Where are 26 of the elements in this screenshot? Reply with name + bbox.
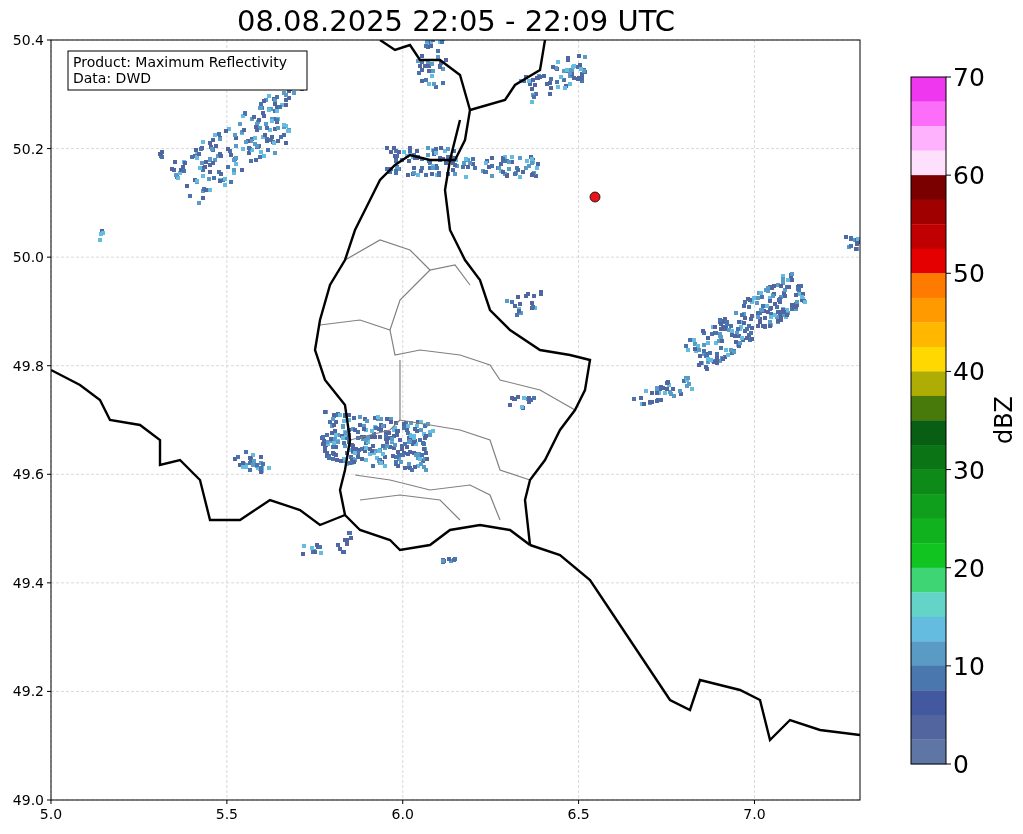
colorbar-tick-label: 0: [953, 750, 969, 779]
colorbar-tick-label: 20: [953, 553, 985, 583]
colorbar-tick-label: 10: [953, 651, 985, 681]
legend-text: Data: DWD: [73, 70, 151, 86]
axis-tick-label: 49.4: [12, 574, 44, 591]
chart-title: 08.08.2025 22:05 - 22:09 UTC: [237, 4, 675, 38]
colorbar-tick-label: 30: [953, 455, 985, 485]
colorbar-tick-label: 60: [953, 161, 985, 191]
location-marker: [589, 191, 601, 203]
axis-tick-label: 7.0: [743, 806, 766, 822]
axis-tick-label: 5.0: [39, 806, 63, 822]
legend-text: Product: Maximum Reflectivity: [73, 54, 287, 70]
axis-tick-label: 50.4: [12, 32, 44, 48]
colorbar-tick-label: 70: [953, 63, 985, 92]
axis-tick-label: 49.2: [12, 683, 44, 700]
axis-tick-label: 49.6: [12, 466, 44, 483]
axis-tick-label: 5.5: [215, 806, 238, 822]
colorbar-label: dBZ: [990, 395, 1018, 445]
axis-tick-label: 50.0: [12, 249, 44, 266]
axis-tick-label: 6.0: [391, 806, 414, 822]
axis-tick-label: 50.2: [12, 140, 44, 157]
colorbar-tick-label: 50: [953, 259, 985, 289]
axis-tick-label: 49.0: [12, 792, 44, 808]
axis-tick-label: 49.8: [12, 357, 44, 374]
colorbar-tick-label: 40: [953, 357, 985, 387]
axis-tick-label: 6.5: [567, 806, 590, 822]
